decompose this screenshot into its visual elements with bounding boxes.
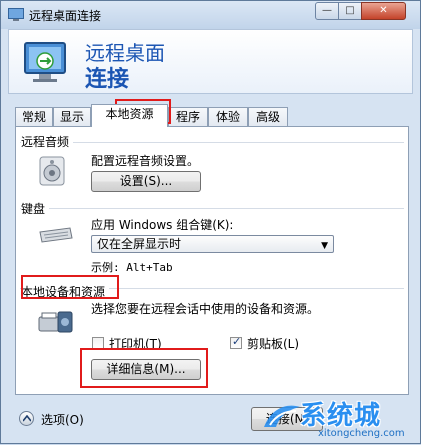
devices-icon: [38, 311, 73, 333]
keyboard-group-line: [20, 208, 404, 209]
highlight-devices-title: [21, 275, 119, 299]
tab-programs[interactable]: 程序: [168, 107, 208, 126]
tab-general[interactable]: 常规: [15, 107, 53, 126]
dropdown-arrow-icon: ▼: [321, 241, 328, 251]
minimize-button[interactable]: —: [315, 2, 339, 20]
clipboard-label[interactable]: 剪贴板(L): [247, 335, 299, 352]
watermark-text: 系统城: [300, 401, 382, 431]
rdp-window: 远程桌面连接 — □ ✕ 远程桌面 连接 常规 显示 本地资源 程序 体验 高级…: [0, 0, 421, 444]
devices-description: 选择您要在远程会话中使用的设备和资源。: [91, 302, 320, 316]
close-button[interactable]: ✕: [361, 2, 406, 20]
window-title: 远程桌面连接: [29, 9, 102, 23]
audio-group-title: 远程音频: [21, 133, 74, 150]
clipboard-checkbox[interactable]: [230, 335, 242, 349]
speaker-icon: [39, 156, 65, 186]
remote-desktop-icon: [8, 8, 24, 21]
keyboard-combo-value: 仅在全屏显示时: [97, 237, 182, 251]
keyboard-example: 示例: Alt+Tab: [91, 261, 173, 274]
banner-title-line2: 连接: [85, 67, 130, 92]
chevron-up-icon: [23, 415, 31, 422]
watermark-logo-icon: [264, 405, 300, 427]
tab-local-resources[interactable]: 本地资源: [91, 104, 168, 127]
audio-settings-button[interactable]: 设置(S)...: [91, 171, 201, 192]
options-label[interactable]: 选项(O): [41, 411, 84, 428]
maximize-button[interactable]: □: [338, 2, 362, 20]
tab-experience[interactable]: 体验: [208, 107, 248, 126]
keyboard-icon: [39, 227, 73, 243]
local-resources-panel: 远程音频 配置远程音频设置。 设置(S)... 键盘 应用 Windows 组合…: [15, 126, 409, 395]
watermark: 系统城 xitongcheng.com: [254, 395, 420, 445]
audio-description: 配置远程音频设置。: [91, 154, 200, 168]
monitor-connect-icon: [24, 42, 66, 82]
options-toggle[interactable]: [19, 411, 34, 426]
tab-advanced[interactable]: 高级: [248, 107, 288, 126]
keyboard-combo-select[interactable]: 仅在全屏显示时 ▼: [91, 235, 334, 253]
tab-display[interactable]: 显示: [53, 107, 91, 126]
banner: 远程桌面 连接: [8, 29, 413, 94]
audio-group-line: [20, 142, 404, 143]
keyboard-label: 应用 Windows 组合键(K):: [91, 218, 234, 232]
highlight-details-button: [80, 348, 208, 388]
keyboard-group-title: 键盘: [21, 200, 50, 217]
title-bar: 远程桌面连接 — □ ✕: [1, 1, 420, 29]
watermark-url: xitongcheng.com: [318, 428, 405, 439]
